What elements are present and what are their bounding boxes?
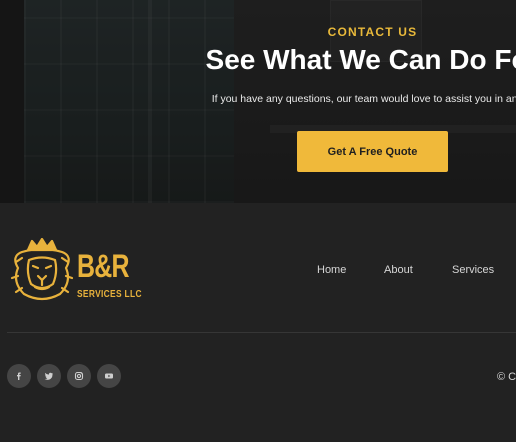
brand-subtitle: SERVICES LLC — [77, 288, 142, 300]
nav-about[interactable]: About — [384, 264, 413, 276]
brand-name[interactable]: B&R — [77, 248, 130, 284]
nav-services[interactable]: Services — [452, 264, 494, 276]
section-eyebrow: CONTACT US — [327, 25, 418, 39]
get-free-quote-button[interactable]: Get A Free Quote — [297, 131, 448, 172]
youtube-icon[interactable] — [97, 364, 121, 388]
nav-home[interactable]: Home — [317, 264, 346, 276]
contact-hero: CONTACT US See What We Can Do For If you… — [0, 0, 516, 203]
hero-subtitle: If you have any questions, our team woul… — [211, 93, 516, 105]
hero-title: See What We Can Do For — [205, 44, 516, 75]
footer-divider — [7, 332, 516, 333]
instagram-icon[interactable] — [67, 364, 91, 388]
copyright-text: © C — [497, 371, 516, 383]
facebook-icon[interactable] — [7, 364, 31, 388]
twitter-icon[interactable] — [37, 364, 61, 388]
